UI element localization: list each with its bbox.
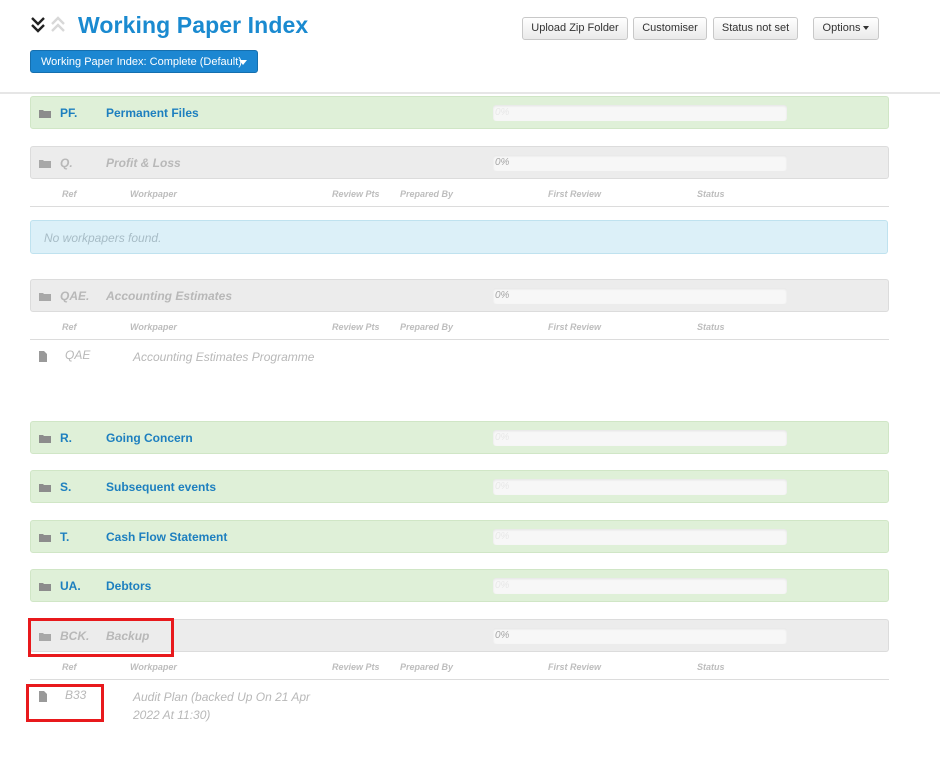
- status-filter-button[interactable]: Status not set: [713, 17, 798, 40]
- section-name: Accounting Estimates: [106, 289, 233, 303]
- highlight-box-section: [28, 618, 174, 657]
- section-permanent-files[interactable]: PF. Permanent Files 0%: [30, 96, 889, 129]
- section-code: PF.: [60, 106, 78, 120]
- status-filter-label: Status not set: [721, 22, 790, 34]
- workpaper-ref: QAE: [65, 348, 91, 362]
- section-cash-flow-statement[interactable]: T. Cash Flow Statement 0%: [30, 520, 889, 553]
- empty-state-text: No workpapers found.: [44, 231, 162, 245]
- section-code: S.: [60, 480, 72, 494]
- column-review-pts: Review Pts: [332, 662, 380, 672]
- customiser-label: Customiser: [642, 22, 698, 34]
- section-accounting-estimates[interactable]: QAE. Accounting Estimates 0%: [30, 279, 889, 312]
- column-first-review: First Review: [548, 662, 602, 672]
- page-header: Working Paper Index Working Paper Index:…: [0, 0, 940, 94]
- progress-bar: 0%: [493, 628, 787, 644]
- folder-icon: [39, 534, 51, 542]
- section-code: R.: [60, 431, 72, 445]
- section-code: T.: [60, 530, 70, 544]
- index-selector-dropdown[interactable]: Working Paper Index: Complete (Default): [30, 50, 258, 73]
- upload-zip-label: Upload Zip Folder: [531, 22, 619, 34]
- folder-icon: [39, 293, 51, 301]
- folder-icon: [39, 110, 51, 118]
- column-prepared-by: Prepared By: [400, 189, 454, 199]
- section-profit-loss[interactable]: Q. Profit & Loss 0%: [30, 146, 889, 179]
- column-ref: Ref: [62, 662, 77, 672]
- section-code: UA.: [60, 579, 81, 593]
- highlight-box-ref: [26, 684, 104, 722]
- column-status: Status: [697, 189, 725, 199]
- customiser-button[interactable]: Customiser: [633, 17, 707, 40]
- progress-label: 0%: [495, 481, 510, 492]
- progress-label: 0%: [495, 107, 510, 118]
- page-title: Working Paper Index: [78, 12, 309, 38]
- table-header: Ref Workpaper Review Pts Prepared By Fir…: [30, 657, 889, 680]
- column-workpaper: Workpaper: [130, 189, 177, 199]
- section-name: Cash Flow Statement: [106, 530, 228, 544]
- column-workpaper: Workpaper: [130, 662, 177, 672]
- column-ref: Ref: [62, 189, 77, 199]
- progress-label: 0%: [495, 531, 510, 542]
- section-name: Debtors: [106, 579, 152, 593]
- options-button[interactable]: Options: [813, 17, 879, 40]
- table-row[interactable]: B33 Audit Plan (backed Up On 21 Apr 2022…: [30, 688, 889, 728]
- column-workpaper: Workpaper: [130, 322, 177, 332]
- options-label: Options: [822, 22, 861, 34]
- column-status: Status: [697, 662, 725, 672]
- progress-label: 0%: [495, 157, 510, 168]
- expand-all-icon[interactable]: [50, 16, 66, 34]
- column-prepared-by: Prepared By: [400, 662, 454, 672]
- folder-icon: [39, 160, 51, 168]
- progress-bar: 0%: [493, 155, 787, 171]
- section-name: Subsequent events: [106, 480, 217, 494]
- section-debtors[interactable]: UA. Debtors 0%: [30, 569, 889, 602]
- progress-label: 0%: [495, 630, 510, 641]
- upload-zip-button[interactable]: Upload Zip Folder: [522, 17, 628, 40]
- section-subsequent-events[interactable]: S. Subsequent events 0%: [30, 470, 889, 503]
- progress-bar: 0%: [493, 430, 787, 446]
- table-row[interactable]: QAE Accounting Estimates Programme: [30, 348, 889, 388]
- column-first-review: First Review: [548, 189, 602, 199]
- section-name: Going Concern: [106, 431, 193, 445]
- file-icon: [39, 351, 47, 362]
- column-review-pts: Review Pts: [332, 322, 380, 332]
- caret-down-icon: [863, 26, 870, 31]
- caret-down-icon: [239, 60, 247, 65]
- section-going-concern[interactable]: R. Going Concern 0%: [30, 421, 889, 454]
- folder-icon: [39, 435, 51, 443]
- section-code: Q.: [60, 156, 73, 170]
- index-selector-label: Working Paper Index: Complete (Default): [41, 56, 242, 68]
- folder-icon: [39, 583, 51, 591]
- progress-bar: 0%: [493, 529, 787, 545]
- progress-bar: 0%: [493, 288, 787, 304]
- progress-bar: 0%: [493, 105, 787, 121]
- workpaper-name-link[interactable]: Accounting Estimates Programme: [133, 348, 333, 366]
- progress-label: 0%: [495, 580, 510, 591]
- empty-state-message: No workpapers found.: [30, 220, 888, 254]
- section-code: QAE.: [60, 289, 90, 303]
- column-ref: Ref: [62, 322, 77, 332]
- collapse-all-icon[interactable]: [30, 16, 46, 34]
- column-review-pts: Review Pts: [332, 189, 380, 199]
- folder-icon: [39, 484, 51, 492]
- column-status: Status: [697, 322, 725, 332]
- progress-label: 0%: [495, 432, 510, 443]
- section-name: Profit & Loss: [106, 156, 181, 170]
- progress-bar: 0%: [493, 479, 787, 495]
- section-name: Permanent Files: [106, 106, 199, 120]
- progress-label: 0%: [495, 290, 510, 301]
- table-header: Ref Workpaper Review Pts Prepared By Fir…: [30, 317, 889, 340]
- column-first-review: First Review: [548, 322, 602, 332]
- column-prepared-by: Prepared By: [400, 322, 454, 332]
- workpaper-name-link[interactable]: Audit Plan (backed Up On 21 Apr 2022 At …: [133, 688, 333, 724]
- table-header: Ref Workpaper Review Pts Prepared By Fir…: [30, 184, 889, 207]
- progress-bar: 0%: [493, 578, 787, 594]
